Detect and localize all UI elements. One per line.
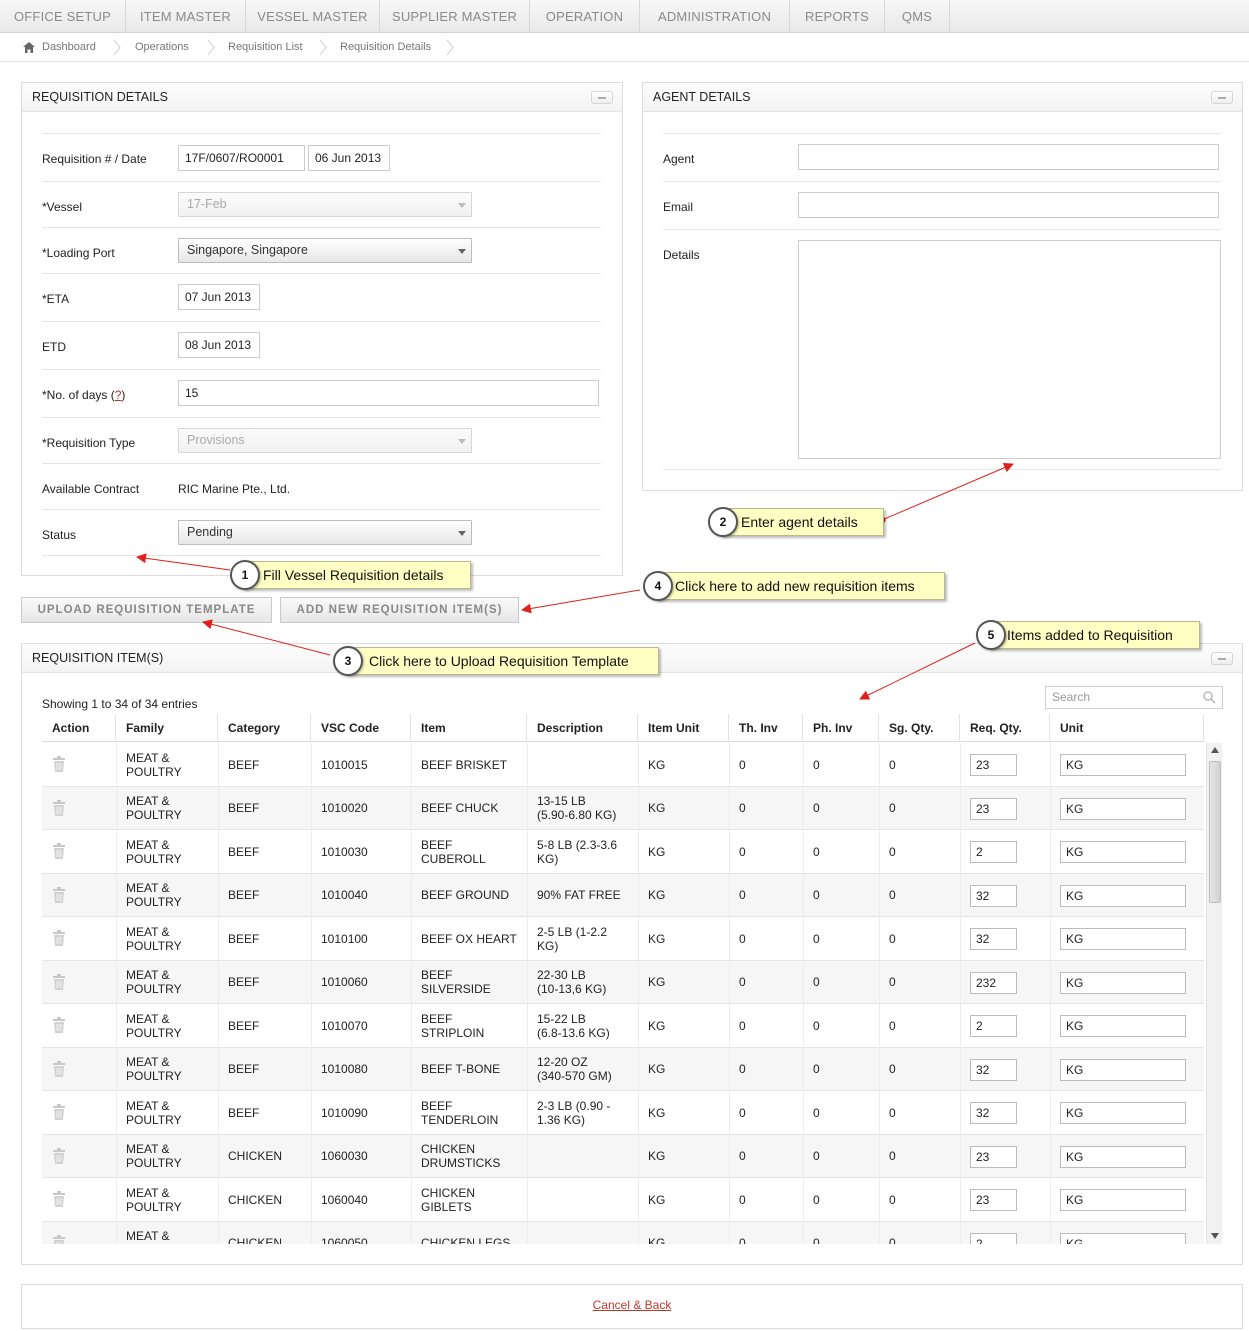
- arrow-3: [202, 619, 331, 656]
- callout-text: Items added to Requisition: [1007, 627, 1173, 643]
- callout-5: 5 Items added to Requisition: [976, 620, 1200, 650]
- callout-text: Enter agent details: [741, 514, 858, 530]
- callout-number: 1: [230, 560, 260, 590]
- callout-number: 3: [333, 646, 363, 676]
- callout-2: 2 Enter agent details: [708, 507, 884, 537]
- callout-3: 3 Click here to Upload Requisition Templ…: [333, 646, 659, 676]
- arrow-2: [881, 462, 1014, 521]
- arrow-1: [136, 553, 231, 571]
- callout-number: 5: [976, 620, 1006, 650]
- callout-text: Click here to Upload Requisition Templat…: [369, 653, 629, 669]
- callout-text: Fill Vessel Requisition details: [263, 567, 444, 583]
- callout-number: 4: [643, 571, 673, 601]
- callout-4: 4 Click here to add new requisition item…: [643, 571, 945, 601]
- callout-text: Click here to add new requisition items: [675, 578, 915, 594]
- arrow-5: [859, 642, 976, 700]
- callout-1: 1 Fill Vessel Requisition details: [230, 560, 471, 590]
- callout-number: 2: [708, 507, 738, 537]
- arrow-4: [521, 589, 641, 614]
